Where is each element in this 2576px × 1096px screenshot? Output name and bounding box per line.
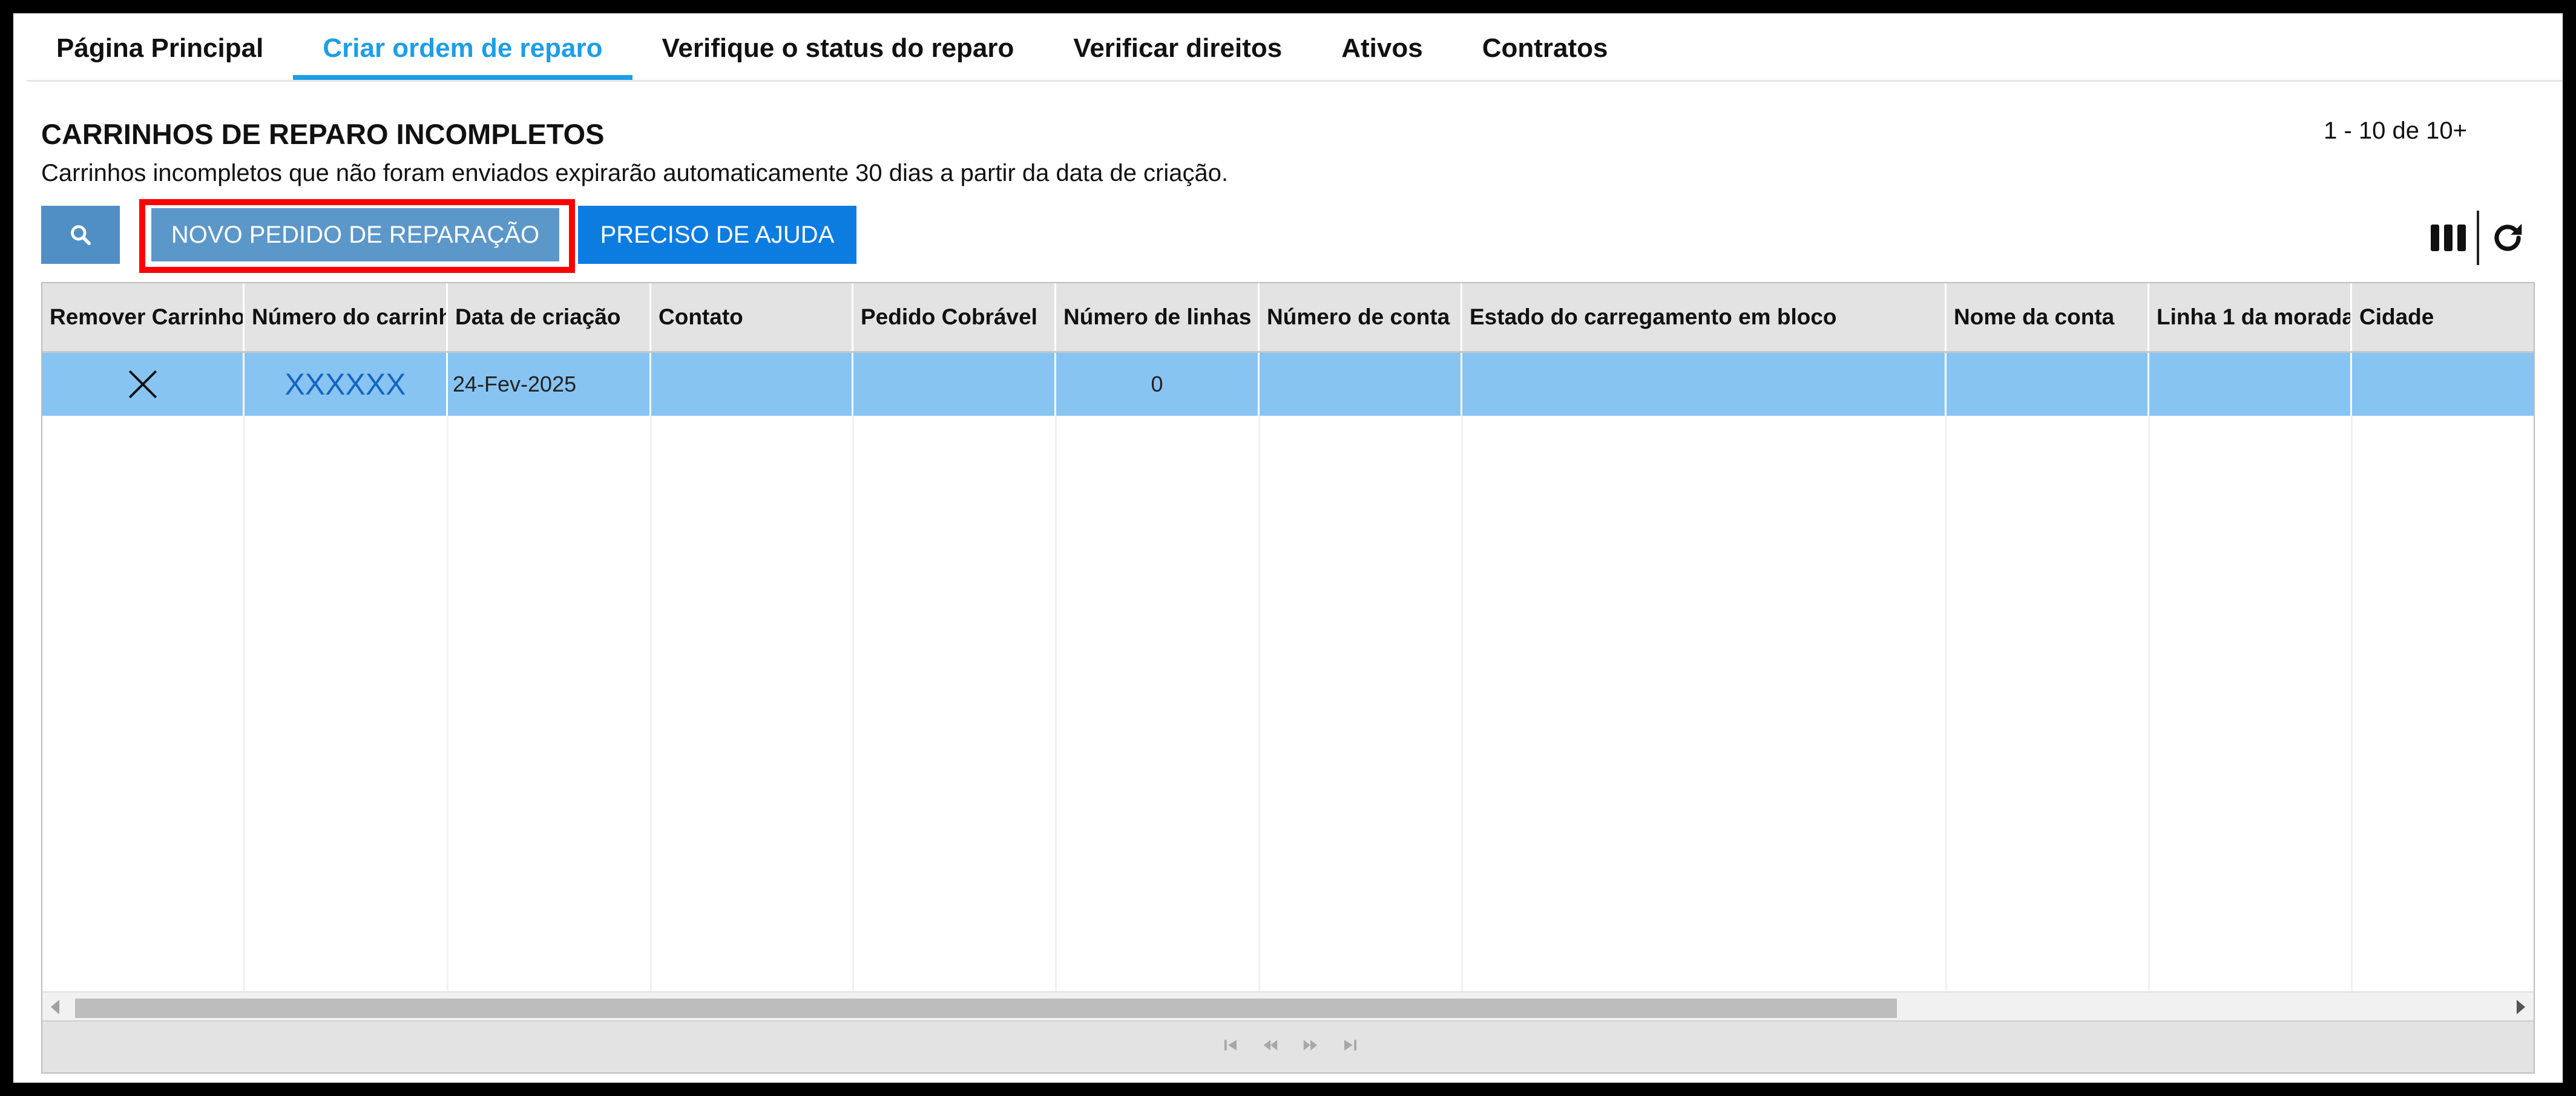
city-cell <box>2352 353 2534 416</box>
app-window: Página Principal Criar ordem de reparo V… <box>13 13 2563 1083</box>
account-number-cell <box>1260 353 1462 416</box>
column-header[interactable]: Remover Carrinho <box>42 283 245 351</box>
tab-contracts[interactable]: Contratos <box>1453 17 1638 80</box>
column-divider <box>447 416 448 1033</box>
main-nav: Página Principal Criar ordem de reparo V… <box>27 13 2563 82</box>
search-button[interactable] <box>41 206 120 264</box>
account-name-cell <box>1947 353 2149 416</box>
tab-repair-status[interactable]: Verifique o status do reparo <box>632 17 1044 80</box>
grid-header: Remover Carrinho Número do carrinho Data… <box>42 283 2534 353</box>
column-header[interactable]: Pedido Cobrável <box>853 283 1056 351</box>
tab-assets[interactable]: Ativos <box>1312 17 1452 80</box>
address-line1-cell <box>2149 353 2352 416</box>
scroll-right-arrow-icon[interactable] <box>2517 1000 2525 1014</box>
column-header[interactable]: Nome da conta <box>1947 283 2149 351</box>
refresh-icon[interactable] <box>2489 219 2526 257</box>
table-row[interactable]: XXXXXX 24-Fev-2025 0 <box>42 353 2534 416</box>
column-header[interactable]: Linha 1 da morada <box>2149 283 2352 351</box>
remove-cart-button[interactable] <box>42 353 245 416</box>
record-count: 1 - 10 de 10+ <box>2324 117 2467 144</box>
column-divider <box>243 416 245 1033</box>
last-page-icon[interactable] <box>1341 1036 1359 1057</box>
tab-create-repair-order[interactable]: Criar ordem de reparo <box>293 17 632 80</box>
tab-home[interactable]: Página Principal <box>27 17 293 80</box>
column-divider <box>1945 416 1947 1033</box>
column-header[interactable]: Número de conta <box>1260 283 1462 351</box>
search-icon <box>71 225 91 246</box>
scroll-left-arrow-icon[interactable] <box>51 1000 59 1014</box>
grid-tools <box>2430 211 2526 265</box>
column-divider <box>852 416 854 1033</box>
page-title: CARRINHOS DE REPARO INCOMPLETOS <box>41 118 605 150</box>
toolbar-separator <box>2477 211 2479 265</box>
previous-page-icon[interactable] <box>1261 1036 1280 1057</box>
column-header[interactable]: Estado do carregamento em bloco <box>1462 283 1947 351</box>
line-count: 0 <box>1056 353 1260 416</box>
column-header[interactable]: Número de linhas <box>1056 283 1260 351</box>
contact-cell <box>651 353 853 416</box>
column-divider <box>2351 416 2353 1033</box>
carts-grid: Remover Carrinho Número do carrinho Data… <box>41 282 2535 1074</box>
column-divider <box>2148 416 2150 1033</box>
column-header[interactable]: Número do carrinho <box>245 283 448 351</box>
column-divider <box>650 416 652 1033</box>
column-header[interactable]: Contato <box>651 283 853 351</box>
bulk-status-cell <box>1462 353 1947 416</box>
help-button[interactable]: PRECISO DE AJUDA <box>578 206 856 264</box>
column-header[interactable]: Data de criação <box>448 283 651 351</box>
column-divider <box>1461 416 1463 1033</box>
cart-number-link[interactable]: XXXXXX <box>245 353 448 416</box>
creation-date: 24-Fev-2025 <box>448 353 651 416</box>
page-subtitle: Carrinhos incompletos que não foram envi… <box>41 160 1229 186</box>
first-page-icon[interactable] <box>1221 1036 1240 1057</box>
billable-cell <box>853 353 1056 416</box>
column-divider <box>1258 416 1260 1033</box>
next-page-icon[interactable] <box>1301 1036 1319 1057</box>
pagination-bar <box>42 1020 2534 1072</box>
tab-check-entitlements[interactable]: Verificar direitos <box>1043 17 1312 80</box>
columns-icon[interactable] <box>2430 222 2467 254</box>
column-divider <box>1055 416 1057 1033</box>
close-icon <box>128 370 157 399</box>
new-repair-order-button[interactable]: NOVO PEDIDO DE REPARAÇÃO <box>151 208 559 261</box>
scrollbar-thumb[interactable] <box>75 999 1897 1018</box>
column-header[interactable]: Cidade <box>2352 283 2534 351</box>
horizontal-scrollbar[interactable] <box>42 991 2534 1023</box>
